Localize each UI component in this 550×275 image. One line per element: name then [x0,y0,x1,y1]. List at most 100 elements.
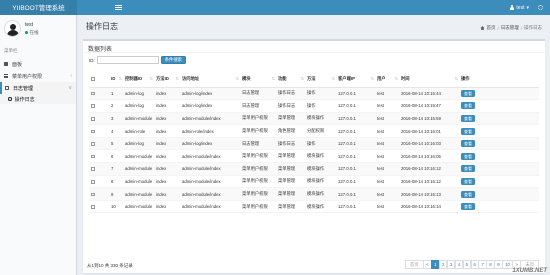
table-cell: 角色管理 [276,124,305,138]
row-checkbox-cell [89,87,109,101]
table-cell: test [375,112,399,126]
sort-icon[interactable]: ⇅ [150,76,153,81]
row-checkbox[interactable] [91,154,95,159]
view-button[interactable]: 查看 [461,177,475,185]
sidebar-item-dashboard[interactable]: 面板 [0,58,76,70]
table-cell: admin-log/index [180,99,240,113]
table-cell: 3 [109,112,123,126]
sort-icon[interactable]: ⇅ [119,76,122,81]
sidebar-item-label: 菜单用户权限 [12,73,43,80]
table-cell: index [154,187,180,201]
table-cell: 菜单管理 [276,162,305,176]
table-cell: 2016-08-14 10:16:05 [399,149,459,164]
breadcrumb-log-management[interactable]: 日志管理 [501,25,519,31]
sort-icon[interactable]: ⇅ [332,76,335,81]
sidebar-item-log-management[interactable]: 日志管理 ∨ [0,82,76,94]
row-checkbox-cell [89,124,109,138]
breadcrumb-separator: / [497,25,499,31]
table-cell: test [375,175,399,189]
row-checkbox[interactable] [91,205,95,209]
gear-icon[interactable] [538,5,543,10]
search-form: ID: 条件搜索 [83,53,545,67]
table-cell: 操作 [305,137,336,151]
sidebar-item-label: 日志管理 [13,85,34,92]
table-cell: admin-log/index [180,137,240,151]
table-cell: test [375,87,399,101]
view-button[interactable]: 查看 [461,203,475,211]
view-button[interactable]: 查看 [461,102,475,110]
sidebar-toggle-icon[interactable] [115,5,122,10]
sort-icon[interactable]: ⇅ [176,76,179,81]
user-menu[interactable]: test ▾ [510,5,529,11]
column-header-label: 访问地址 [182,75,200,81]
row-checkbox[interactable] [91,192,95,197]
sort-icon[interactable]: ⇅ [301,76,304,81]
view-button[interactable]: 查看 [461,89,475,97]
table-cell: test [375,149,399,164]
row-checkbox[interactable] [91,91,95,96]
row-checkbox[interactable] [91,142,95,146]
pagination-item[interactable]: 10 [502,260,513,269]
online-dot-icon [25,30,28,34]
sort-icon[interactable]: ⇅ [236,76,239,81]
view-button[interactable]: 查看 [461,127,475,135]
sidebar-subitem-operation-log[interactable]: 操作日志 [0,94,76,104]
breadcrumb-home[interactable]: 首页 [486,25,495,31]
table-cell: admin-module/index [180,175,240,189]
table-cell: 2016-08-14 10:16:01 [399,124,459,138]
row-checkbox[interactable] [91,129,95,134]
table-cell: admin-module/index [180,187,240,201]
table-cell: admin-module/index [180,112,240,126]
table-row: 10 admin-module index admin-module/index 菜单用… [89,200,539,214]
sort-icon[interactable]: ⇅ [371,76,374,81]
pagination-item[interactable]: 首页 [404,260,424,269]
row-checkbox[interactable] [91,180,95,184]
column-header: 方法 ⇅ [305,71,336,88]
column-header-label: 操作 [461,75,470,81]
table-cell: 操作日志 [276,87,305,101]
search-button[interactable]: 条件搜索 [160,56,186,64]
table-cell: admin-role [123,124,154,138]
table-row: 3 admin-module index admin-module/index 菜单用户… [89,112,539,126]
column-header-label: 模块 [242,75,251,81]
sort-icon[interactable]: ⇅ [395,76,398,81]
view-button[interactable]: 查看 [461,190,475,198]
sort-icon[interactable]: ⇅ [272,76,275,81]
row-checkbox-cell [89,175,109,189]
table-cell: admin-module/index [180,200,240,214]
table-cell: 日志管理 [240,87,276,101]
breadcrumb-separator: / [520,25,522,31]
column-header-label: 控制器ID [125,75,143,81]
table-cell: 模块操作 [305,149,336,164]
table-row: 8 admin-module index admin-module/index 菜单用户… [89,175,539,189]
select-all-checkbox[interactable] [91,77,95,81]
avatar [4,20,21,37]
view-button[interactable]: 查看 [461,114,475,122]
brand-logo[interactable]: YIIBOOT管理系统 [0,0,77,15]
table-cell: test [375,124,399,138]
view-button[interactable]: 查看 [461,165,475,173]
row-checkbox[interactable] [91,104,95,109]
sort-icon[interactable]: ⇅ [455,76,458,81]
view-button[interactable]: 查看 [461,140,475,148]
view-button[interactable]: 查看 [461,152,475,160]
search-id-input[interactable] [96,56,159,64]
table-cell: 2016-08-14 10:16:14 [399,200,459,214]
column-header-label: 时间 [401,75,410,81]
sidebar-item-menu-permissions[interactable]: 菜单用户权限 ‹ [0,70,76,82]
column-header-label: 用户 [377,75,386,81]
row-checkbox[interactable] [91,117,95,121]
table-cell: 127.0.0.1 [336,175,375,189]
table-cell: index [154,162,180,176]
table-cell: 127.0.0.1 [336,137,375,151]
table-cell: 菜单用户权限 [240,187,276,201]
row-checkbox[interactable] [91,167,95,172]
breadcrumb: 首页 / 日志管理 / 操作日志 [480,25,542,31]
select-all-checkbox-cell[interactable] [89,71,109,88]
table-cell: 127.0.0.1 [336,162,375,176]
column-header-label: 方法 [307,75,316,81]
dashboard-icon [4,62,8,66]
row-checkbox-cell [89,200,109,214]
caret-down-icon: ▾ [526,4,529,11]
online-status-label: 在线 [29,29,39,35]
